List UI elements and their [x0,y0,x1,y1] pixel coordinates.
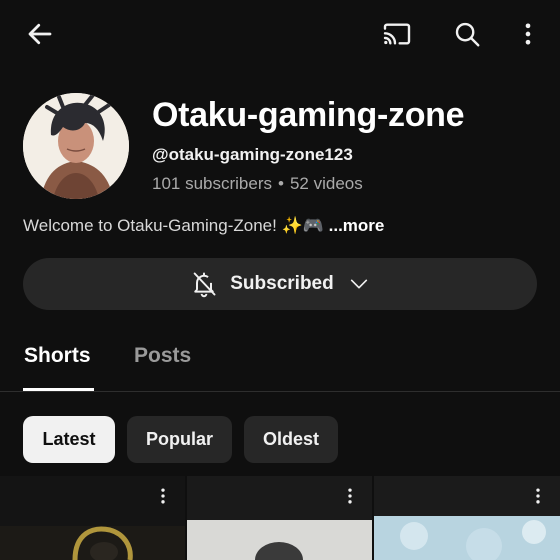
channel-handle: @otaku-gaming-zone123 [152,145,353,164]
subscribed-button[interactable]: Subscribed [23,258,537,310]
description-more-link[interactable]: ...more [329,216,385,235]
back-button[interactable] [20,14,60,54]
more-vertical-icon [525,23,531,45]
bell-off-icon [193,272,216,298]
stats-separator: • [278,174,284,193]
top-app-bar [0,0,560,66]
channel-title: Otaku-gaming-zone [152,96,465,134]
channel-avatar[interactable] [23,93,129,199]
more-vertical-icon [348,488,352,504]
channel-tabs: Shorts Posts [0,322,560,392]
shorts-thumbnail[interactable] [374,476,560,560]
more-vertical-icon [536,488,540,504]
description-text: Welcome to Otaku-Gaming-Zone! ✨🎮 [23,216,324,235]
filter-chip-oldest[interactable]: Oldest [244,416,338,463]
video-count: 52 videos [289,174,363,193]
subscribed-button-label: Subscribed [230,273,334,294]
search-icon [455,22,480,47]
filter-chip-popular[interactable]: Popular [127,416,232,463]
channel-stats: 101 subscribers • 52 videos [152,174,363,194]
shorts-thumbnail[interactable] [0,476,185,560]
more-options-button[interactable] [508,14,548,54]
channel-description[interactable]: Welcome to Otaku-Gaming-Zone! ✨🎮 ...more [23,216,384,236]
thumbnail-more-button[interactable] [526,484,550,508]
search-button[interactable] [447,14,487,54]
active-tab-indicator [23,388,94,391]
tab-posts[interactable]: Posts [134,344,191,368]
filter-chip-latest[interactable]: Latest [23,416,115,463]
thumbnail-more-button[interactable] [338,484,362,508]
arrow-left-icon [28,23,52,45]
shorts-thumbnail[interactable] [187,476,372,560]
subscriber-count: 101 subscribers [152,174,273,193]
anime-character-avatar-image [23,93,129,199]
thumbnail-more-button[interactable] [151,484,175,508]
cast-button[interactable] [377,14,417,54]
tab-shorts[interactable]: Shorts [24,344,91,368]
more-vertical-icon [161,488,165,504]
chevron-down-icon [350,279,367,289]
cast-icon [383,23,411,45]
